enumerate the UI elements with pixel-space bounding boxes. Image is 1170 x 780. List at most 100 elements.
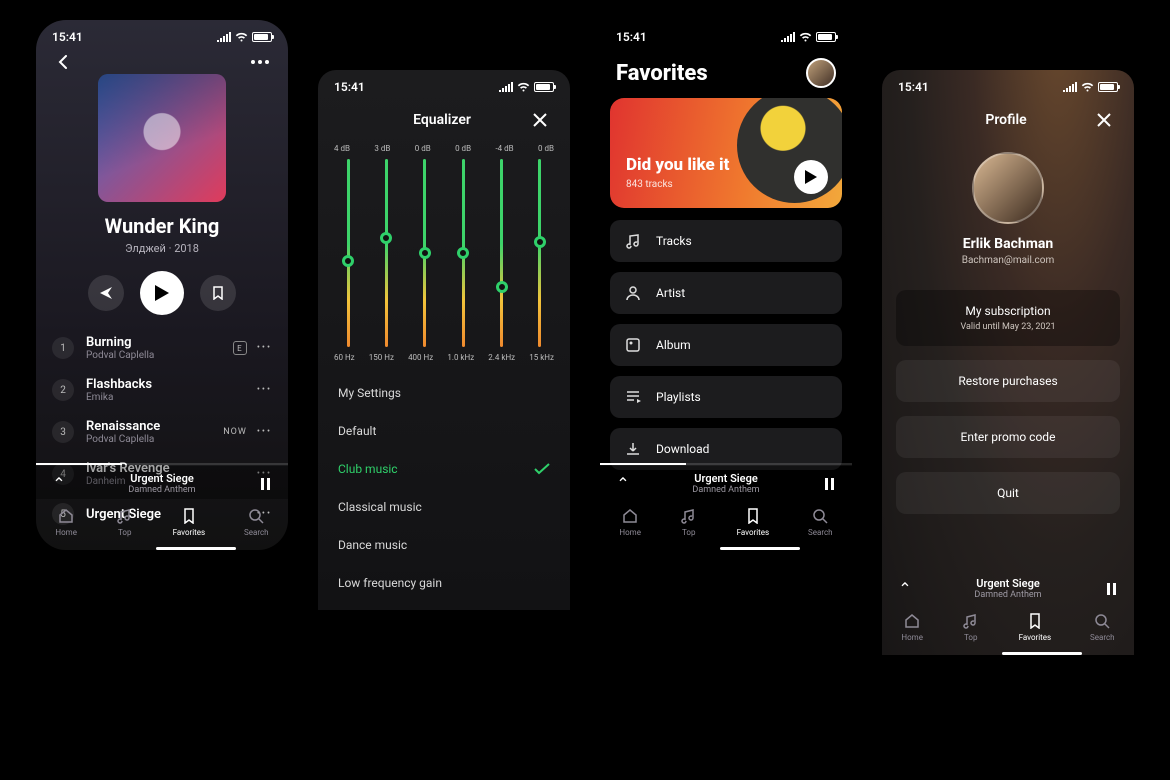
playlists-icon	[624, 388, 642, 406]
mini-artist: Damned Anthem	[642, 485, 810, 495]
bookmark-button[interactable]	[200, 275, 236, 311]
avatar-button[interactable]	[806, 58, 836, 88]
eq-slider[interactable]	[411, 159, 439, 347]
music-icon	[962, 612, 980, 630]
home-icon	[57, 507, 75, 525]
back-button[interactable]	[52, 50, 76, 74]
pause-button[interactable]	[820, 478, 838, 490]
tab-bar: Home Top Favorites Search	[600, 499, 852, 547]
home-icon	[621, 507, 639, 525]
tab-search[interactable]: Search	[808, 507, 833, 537]
battery-icon	[1098, 82, 1118, 92]
promo-card[interactable]: Did you like it 843 tracks	[610, 98, 842, 208]
tab-home[interactable]: Home	[55, 507, 77, 537]
equalizer-title: Equalizer	[356, 112, 528, 128]
eq-db-label: 0 dB	[538, 144, 554, 153]
subscription-card[interactable]: My subscription Valid until May 23, 2021	[896, 290, 1120, 346]
tab-top[interactable]: Top	[962, 612, 980, 642]
preset-item[interactable]: Dance music	[338, 526, 550, 564]
share-button[interactable]	[88, 275, 124, 311]
more-button[interactable]	[248, 50, 272, 74]
pause-button[interactable]	[256, 478, 274, 490]
tab-search[interactable]: Search	[244, 507, 269, 537]
track-more-button[interactable]: •••	[257, 343, 272, 353]
track-row[interactable]: 2 Flashbacks Emika •••	[52, 369, 272, 411]
track-row[interactable]: 1 Burning Podval Caplella E•••	[52, 327, 272, 369]
screen-profile: 15:41 Profile Erlik Bachman Bachman@mail…	[882, 70, 1134, 655]
eq-hz-label: 400 Hz	[408, 353, 433, 362]
category-album[interactable]: Album	[610, 324, 842, 366]
signal-icon	[781, 32, 795, 42]
mini-track: Urgent Siege	[924, 577, 1092, 590]
close-button[interactable]	[1092, 108, 1116, 132]
mini-player[interactable]: ⌃ Urgent Siege Damned Anthem	[36, 465, 288, 499]
preset-label: My Settings	[338, 386, 401, 400]
close-button[interactable]	[528, 108, 552, 132]
status-bar: 15:41	[318, 70, 570, 98]
eq-hz-label: 2.4 kHz	[488, 353, 515, 362]
battery-icon	[534, 82, 554, 92]
status-icons	[1063, 82, 1118, 92]
favorites-title: Favorites	[616, 61, 708, 86]
quit-button[interactable]: Quit	[896, 472, 1120, 514]
track-number: 1	[52, 337, 74, 359]
preset-label: Club music	[338, 462, 398, 476]
tab-home[interactable]: Home	[619, 507, 641, 537]
eq-slider[interactable]	[488, 159, 516, 347]
chevron-up-icon[interactable]: ⌃	[50, 474, 68, 493]
eq-db-label: -4 dB	[495, 144, 513, 153]
track-title: Flashbacks	[86, 377, 245, 392]
status-bar: 15:41	[36, 20, 288, 48]
tab-home[interactable]: Home	[901, 612, 923, 642]
category-label: Playlists	[656, 390, 701, 404]
tab-favorites[interactable]: Favorites	[173, 507, 206, 537]
chevron-up-icon[interactable]: ⌃	[614, 474, 632, 493]
eq-db-label: 0 dB	[415, 144, 431, 153]
signal-icon	[217, 32, 231, 42]
eq-slider[interactable]	[526, 159, 554, 347]
profile-email: Bachman@mail.com	[882, 255, 1134, 266]
preset-item[interactable]: Default	[338, 412, 550, 450]
preset-item[interactable]: Low frequency gain	[338, 602, 550, 610]
preset-item[interactable]: Classical music	[338, 488, 550, 526]
preset-label: Classical music	[338, 500, 422, 514]
tab-search[interactable]: Search	[1090, 612, 1115, 642]
signal-icon	[1063, 82, 1077, 92]
tab-favorites[interactable]: Favorites	[737, 507, 770, 537]
restore-button[interactable]: Restore purchases	[896, 360, 1120, 402]
category-artist[interactable]: Artist	[610, 272, 842, 314]
mini-track: Urgent Siege	[78, 472, 246, 485]
promo-play-button[interactable]	[794, 160, 828, 194]
track-row[interactable]: 3 Renaissance Podval Caplella NOW•••	[52, 411, 272, 453]
preset-item[interactable]: My Settings	[338, 374, 550, 412]
preset-item[interactable]: Club music	[338, 450, 550, 488]
mini-player[interactable]: ⌃ Urgent Siege Damned Anthem	[882, 571, 1134, 604]
wifi-icon	[1081, 82, 1094, 92]
profile-name: Erlik Bachman	[882, 236, 1134, 252]
wifi-icon	[235, 32, 248, 42]
category-tracks[interactable]: Tracks	[610, 220, 842, 262]
tracks-icon	[624, 232, 642, 250]
eq-slider[interactable]	[334, 159, 362, 347]
tab-favorites[interactable]: Favorites	[1019, 612, 1052, 642]
pause-button[interactable]	[1102, 583, 1120, 595]
tab-top[interactable]: Top	[680, 507, 698, 537]
mini-player[interactable]: ⌃ Urgent Siege Damned Anthem	[600, 465, 852, 499]
track-more-button[interactable]: •••	[257, 385, 272, 395]
preset-item[interactable]: Low frequency gain	[338, 564, 550, 602]
chevron-up-icon[interactable]: ⌃	[896, 579, 914, 598]
music-icon	[116, 507, 134, 525]
eq-slider[interactable]	[372, 159, 400, 347]
subscription-valid: Valid until May 23, 2021	[908, 322, 1108, 332]
category-label: Download	[656, 442, 709, 456]
mini-track: Urgent Siege	[642, 472, 810, 485]
status-icons	[499, 82, 554, 92]
track-more-button[interactable]: •••	[257, 427, 272, 437]
tab-top[interactable]: Top	[116, 507, 134, 537]
album-art	[98, 74, 226, 202]
category-playlists[interactable]: Playlists	[610, 376, 842, 418]
promo-code-button[interactable]: Enter promo code	[896, 416, 1120, 458]
preset-label: Low frequency gain	[338, 576, 442, 590]
play-button[interactable]	[140, 271, 184, 315]
eq-slider[interactable]	[449, 159, 477, 347]
